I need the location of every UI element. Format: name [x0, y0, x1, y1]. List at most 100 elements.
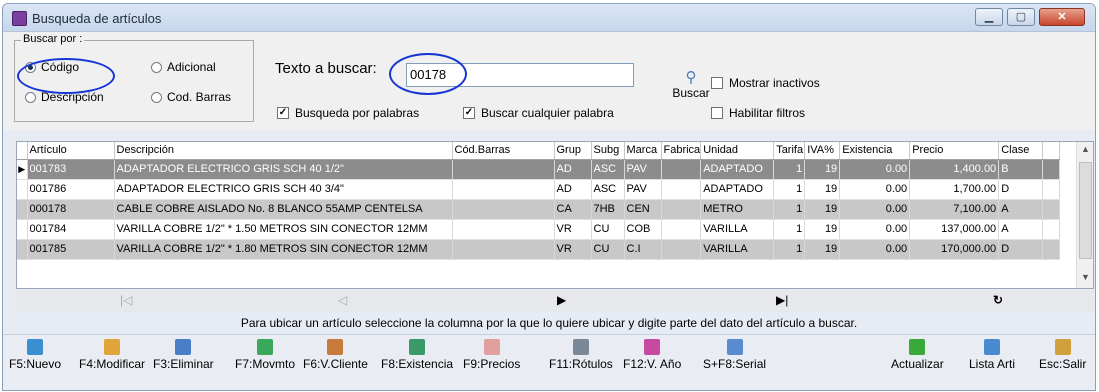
table-cell[interactable]: ADAPTADO [700, 159, 775, 180]
last-record-icon[interactable]: ▶| [776, 293, 788, 307]
table-cell[interactable]: 1 [773, 199, 806, 220]
table-cell[interactable]: 1,400.00 [909, 159, 1000, 180]
vertical-scrollbar[interactable]: ▲ ▼ [1076, 142, 1093, 288]
table-cell[interactable] [452, 239, 555, 260]
table-cell[interactable]: ASC [591, 159, 625, 180]
table-cell[interactable]: AD [554, 159, 592, 180]
table-cell[interactable]: ADAPTADOR ELECTRICO GRIS SCH 40 3/4" [114, 179, 453, 200]
toolbar-button-edit[interactable]: F4:Modificar [79, 339, 145, 371]
table-cell[interactable]: 1 [773, 219, 806, 240]
table-cell[interactable]: CA [554, 199, 592, 220]
enable-filters-checkbox[interactable]: Habilitar filtros [711, 106, 805, 120]
column-header[interactable]: Tarifa [773, 142, 806, 160]
table-cell[interactable] [661, 219, 702, 240]
table-cell[interactable]: 0.00 [839, 199, 911, 220]
scroll-up-icon[interactable]: ▲ [1081, 144, 1090, 154]
table-cell[interactable]: C.I [624, 239, 662, 260]
radio-adicional[interactable]: Adicional [151, 60, 216, 74]
table-cell[interactable]: ASC [591, 179, 625, 200]
table-cell[interactable]: 137,000.00 [909, 219, 1000, 240]
table-cell[interactable]: 19 [804, 159, 841, 180]
table-cell[interactable]: 1 [773, 239, 806, 260]
table-cell[interactable]: 0.00 [839, 179, 911, 200]
column-header[interactable]: Cód.Barras [452, 142, 555, 160]
table-row[interactable]: 001786 ADAPTADOR ELECTRICO GRIS SCH 40 3/… [17, 179, 1061, 200]
table-cell[interactable]: 001783 [27, 159, 115, 180]
table-cell[interactable]: CU [591, 219, 625, 240]
table-cell[interactable]: 000178 [27, 199, 115, 220]
table-cell[interactable]: ADAPTADOR ELECTRICO GRIS SCH 40 1/2" [114, 159, 453, 180]
table-cell[interactable]: 001784 [27, 219, 115, 240]
table-cell[interactable]: CABLE COBRE AISLADO No. 8 BLANCO 55AMP C… [114, 199, 453, 220]
table-row[interactable]: 001784 VARILLA COBRE 1/2" * 1.50 METROS S… [17, 219, 1061, 240]
table-cell[interactable]: CU [591, 239, 625, 260]
table-cell[interactable]: ADAPTADO [700, 179, 775, 200]
search-button[interactable]: ⚲ Buscar [671, 68, 711, 118]
toolbar-button-movement[interactable]: F7:Movmto [235, 339, 295, 371]
column-header[interactable]: Descripción [114, 142, 453, 160]
table-cell[interactable]: D [998, 239, 1044, 260]
column-header[interactable]: Subg [591, 142, 625, 160]
table-cell[interactable] [661, 179, 702, 200]
table-row[interactable]: ▶ 001783 ADAPTADOR ELECTRICO GRIS SCH 40 1… [17, 159, 1061, 180]
toolbar-button-stock[interactable]: F8:Existencia [381, 339, 453, 371]
table-cell[interactable]: 0.00 [839, 159, 911, 180]
table-cell[interactable]: B [998, 159, 1044, 180]
scroll-down-icon[interactable]: ▼ [1081, 272, 1090, 282]
table-cell[interactable] [452, 159, 555, 180]
next-record-icon[interactable]: ▶ [557, 293, 566, 307]
table-cell[interactable]: 170,000.00 [909, 239, 1000, 260]
toolbar-button-refresh[interactable]: Actualizar [891, 339, 944, 371]
table-cell[interactable] [452, 199, 555, 220]
table-row[interactable]: 000178 CABLE COBRE AISLADO No. 8 BLANCO 5… [17, 199, 1061, 220]
column-header[interactable]: Unidad [700, 142, 775, 160]
toolbar-button-list[interactable]: Lista Arti [969, 339, 1015, 371]
minimize-button[interactable]: ▁ [975, 8, 1003, 26]
table-cell[interactable]: 7HB [591, 199, 625, 220]
toolbar-button-new[interactable]: F5:Nuevo [9, 339, 61, 371]
toolbar-button-serial[interactable]: S+F8:Serial [703, 339, 766, 371]
scroll-thumb[interactable] [1079, 162, 1092, 259]
table-cell[interactable]: D [998, 179, 1044, 200]
table-cell[interactable] [661, 239, 702, 260]
column-header[interactable]: Fabrica [661, 142, 702, 160]
table-cell[interactable]: AD [554, 179, 592, 200]
column-header[interactable]: Precio [909, 142, 1000, 160]
column-header[interactable]: Marca [624, 142, 662, 160]
table-cell[interactable] [661, 199, 702, 220]
table-cell[interactable]: 001786 [27, 179, 115, 200]
table-cell[interactable]: 19 [804, 239, 841, 260]
toolbar-button-exit[interactable]: Esc:Salir [1039, 339, 1086, 371]
column-header[interactable]: Clase [998, 142, 1044, 160]
table-cell[interactable]: VARILLA [700, 239, 775, 260]
refresh-records-icon[interactable]: ↻ [993, 293, 1003, 307]
radio-cod-barras[interactable]: Cod. Barras [151, 90, 231, 104]
column-header[interactable]: Existencia [839, 142, 911, 160]
toolbar-button-price[interactable]: F9:Precios [463, 339, 520, 371]
toolbar-button-print[interactable]: F11:Rótulos [549, 339, 613, 371]
articles-grid[interactable]: Artículo Descripción Cód.Barras Grup Subg Mar… [16, 141, 1094, 289]
toolbar-button-delete[interactable]: F3:Eliminar [153, 339, 214, 371]
table-cell[interactable]: 19 [804, 179, 841, 200]
table-cell[interactable]: COB [624, 219, 662, 240]
table-cell[interactable]: PAV [624, 159, 662, 180]
table-cell[interactable]: 0.00 [839, 219, 911, 240]
toolbar-button-chart[interactable]: F12:V. Año [623, 339, 681, 371]
any-word-checkbox[interactable]: ✓ Buscar cualquier palabra [463, 106, 614, 120]
prev-record-icon[interactable]: ◁ [338, 293, 347, 307]
show-inactive-checkbox[interactable]: Mostrar inactivos [711, 76, 820, 90]
table-cell[interactable]: VR [554, 239, 592, 260]
table-cell[interactable] [452, 219, 555, 240]
table-cell[interactable]: 19 [804, 219, 841, 240]
table-cell[interactable]: 19 [804, 199, 841, 220]
by-words-checkbox[interactable]: ✓ Busqueda por palabras [277, 106, 419, 120]
table-cell[interactable]: 0.00 [839, 239, 911, 260]
toolbar-button-client[interactable]: F6:V.Cliente [303, 339, 368, 371]
table-cell[interactable]: VR [554, 219, 592, 240]
column-header[interactable]: Grup [554, 142, 592, 160]
table-cell[interactable]: VARILLA COBRE 1/2" * 1.80 METROS SIN CON… [114, 239, 453, 260]
table-cell[interactable] [661, 159, 702, 180]
table-cell[interactable]: CEN [624, 199, 662, 220]
table-cell[interactable]: 1 [773, 179, 806, 200]
table-cell[interactable]: PAV [624, 179, 662, 200]
